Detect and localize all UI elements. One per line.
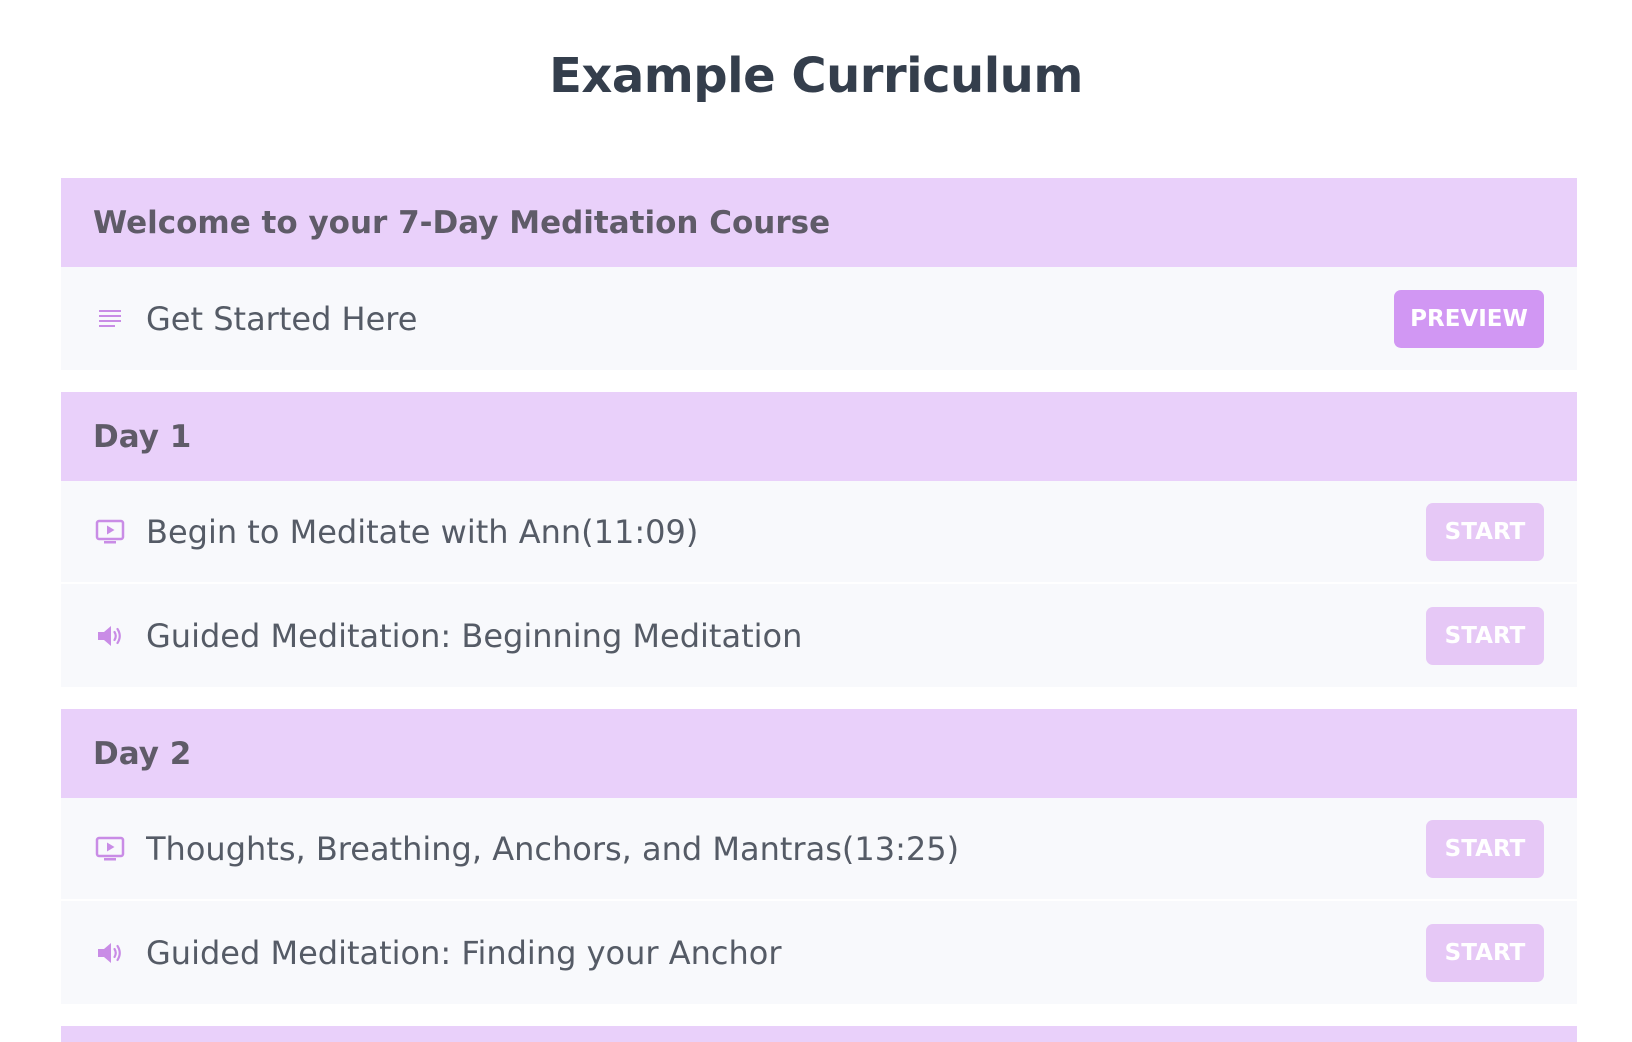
lecture-item[interactable]: Guided Meditation: Beginning Meditation … [61, 584, 1577, 687]
section-header-next [61, 1026, 1577, 1042]
section-title: Welcome to your 7-Day Meditation Course [93, 204, 831, 241]
lecture-item[interactable]: Begin to Meditate with Ann(11:09) START [61, 481, 1577, 584]
text-lines-icon [94, 303, 126, 335]
preview-button[interactable]: PREVIEW [1394, 289, 1544, 348]
section-title: Day 1 [93, 418, 192, 455]
section-header: Day 1 [61, 392, 1577, 481]
section-header: Welcome to your 7-Day Meditation Course [61, 178, 1577, 267]
section-title: Day 2 [93, 735, 192, 772]
video-play-icon [94, 516, 126, 548]
start-button[interactable]: START [1426, 819, 1544, 878]
lecture-title: Thoughts, Breathing, Anchors, and Mantra… [146, 829, 960, 868]
section-day-2: Day 2 Thoughts, Breathing, Anchors, and … [61, 709, 1577, 1004]
section-welcome: Welcome to your 7-Day Meditation Course … [61, 178, 1577, 370]
section-header: Day 2 [61, 709, 1577, 798]
lecture-item[interactable]: Get Started Here PREVIEW [61, 267, 1577, 370]
lecture-item[interactable]: Guided Meditation: Finding your Anchor S… [61, 901, 1577, 1004]
lecture-title: Begin to Meditate with Ann(11:09) [146, 512, 699, 551]
speaker-icon [94, 620, 126, 652]
start-button[interactable]: START [1426, 606, 1544, 665]
start-button[interactable]: START [1426, 923, 1544, 982]
start-button[interactable]: START [1426, 502, 1544, 561]
section-day-1: Day 1 Begin to Meditate with Ann(11:09) … [61, 392, 1577, 687]
speaker-icon [94, 937, 126, 969]
curriculum-list: Welcome to your 7-Day Meditation Course … [61, 178, 1577, 1042]
lecture-item[interactable]: Thoughts, Breathing, Anchors, and Mantra… [61, 798, 1577, 901]
video-play-icon [94, 833, 126, 865]
lecture-title: Get Started Here [146, 299, 418, 338]
lecture-title: Guided Meditation: Beginning Meditation [146, 616, 803, 655]
page-title: Example Curriculum [549, 48, 1083, 104]
lecture-title: Guided Meditation: Finding your Anchor [146, 933, 782, 972]
